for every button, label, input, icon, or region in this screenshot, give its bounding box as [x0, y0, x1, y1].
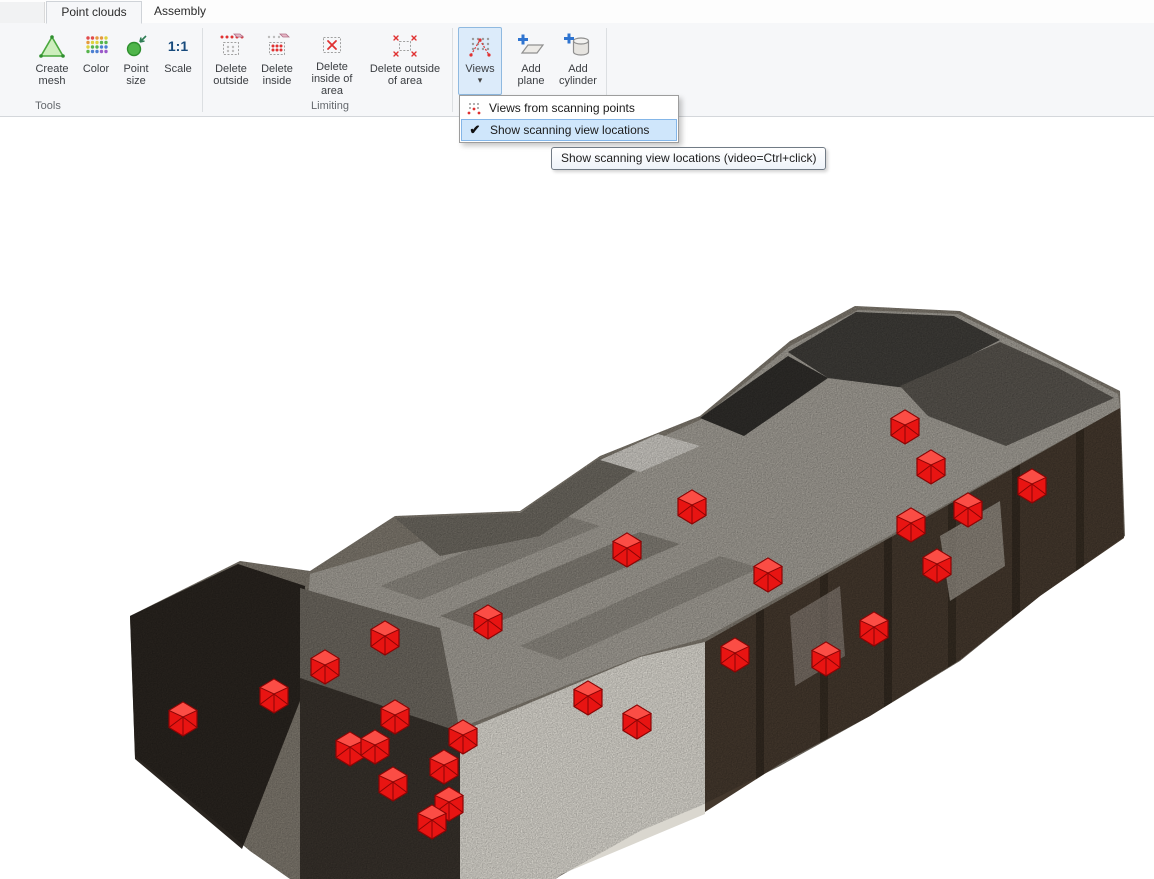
delete-inside-icon [263, 31, 291, 61]
views-button[interactable]: Views ▾ [458, 27, 502, 95]
color-button[interactable]: Color [78, 27, 114, 95]
tooltip: Show scanning view locations (video=Ctrl… [551, 147, 826, 170]
delete-outside-of-area-button[interactable]: Delete outside of area [366, 27, 444, 95]
delete-inside-of-area-button[interactable]: Delete inside of area [300, 27, 364, 95]
group-label-tools: Tools [24, 100, 72, 112]
add-cylinder-label: Add cylinder [555, 63, 601, 87]
create-mesh-label: Create mesh [29, 63, 75, 87]
scale-button[interactable]: 1:1 Scale [158, 27, 198, 95]
ribbon-tab-bar: Point clouds Assembly [0, 0, 1154, 23]
delete-outside-button[interactable]: Delete outside [208, 27, 254, 95]
delete-inside-of-area-icon [318, 31, 346, 59]
menu-item-label: Views from scanning points [489, 101, 635, 115]
group-separator [452, 28, 453, 112]
file-tab-stub[interactable] [0, 2, 45, 23]
views-from-scanning-points-icon [463, 99, 485, 117]
views-dropdown-menu: Views from scanning points ✔ Show scanni… [459, 95, 679, 143]
add-plane-icon [516, 31, 546, 61]
group-separator [202, 28, 203, 112]
add-plane-button[interactable]: Add plane [510, 27, 552, 95]
delete-outside-of-area-icon [391, 31, 419, 61]
delete-inside-label: Delete inside [257, 63, 297, 87]
point-size-icon [122, 31, 150, 61]
building-point-cloud [0, 116, 1154, 879]
delete-inside-button[interactable]: Delete inside [256, 27, 298, 95]
add-plane-label: Add plane [511, 63, 551, 87]
create-mesh-button[interactable]: Create mesh [28, 27, 76, 95]
views-label: Views [465, 63, 494, 75]
create-mesh-icon [38, 31, 66, 61]
scale-label: Scale [164, 63, 192, 75]
views-dropdown-arrow-icon[interactable]: ▾ [478, 76, 483, 84]
svg-text:1:1: 1:1 [168, 38, 188, 54]
group-label-limiting: Limiting [280, 100, 380, 112]
delete-outside-label: Delete outside [209, 63, 253, 87]
tab-point-clouds[interactable]: Point clouds [46, 1, 142, 24]
point-size-label: Point size [117, 63, 155, 87]
tab-assembly[interactable]: Assembly [142, 1, 218, 22]
viewport[interactable] [0, 116, 1154, 879]
views-icon [467, 31, 493, 61]
delete-outside-icon [217, 31, 245, 61]
scale-1to1-icon: 1:1 [164, 31, 192, 61]
delete-outside-of-area-label: Delete outside of area [367, 63, 443, 87]
delete-inside-of-area-label: Delete inside of area [301, 61, 363, 97]
menu-item-label: Show scanning view locations [490, 123, 649, 137]
add-cylinder-button[interactable]: Add cylinder [554, 27, 602, 95]
color-icon [83, 31, 109, 61]
menu-item-show-scanning-view-locations[interactable]: ✔ Show scanning view locations [461, 119, 677, 141]
checkmark-icon: ✔ [464, 121, 486, 139]
menu-item-views-from-scanning-points[interactable]: Views from scanning points [461, 97, 677, 119]
color-label: Color [83, 63, 109, 75]
add-cylinder-icon [563, 31, 593, 61]
point-size-button[interactable]: Point size [116, 27, 156, 95]
application-window: Point clouds Assembly Create mesh [0, 0, 1154, 879]
